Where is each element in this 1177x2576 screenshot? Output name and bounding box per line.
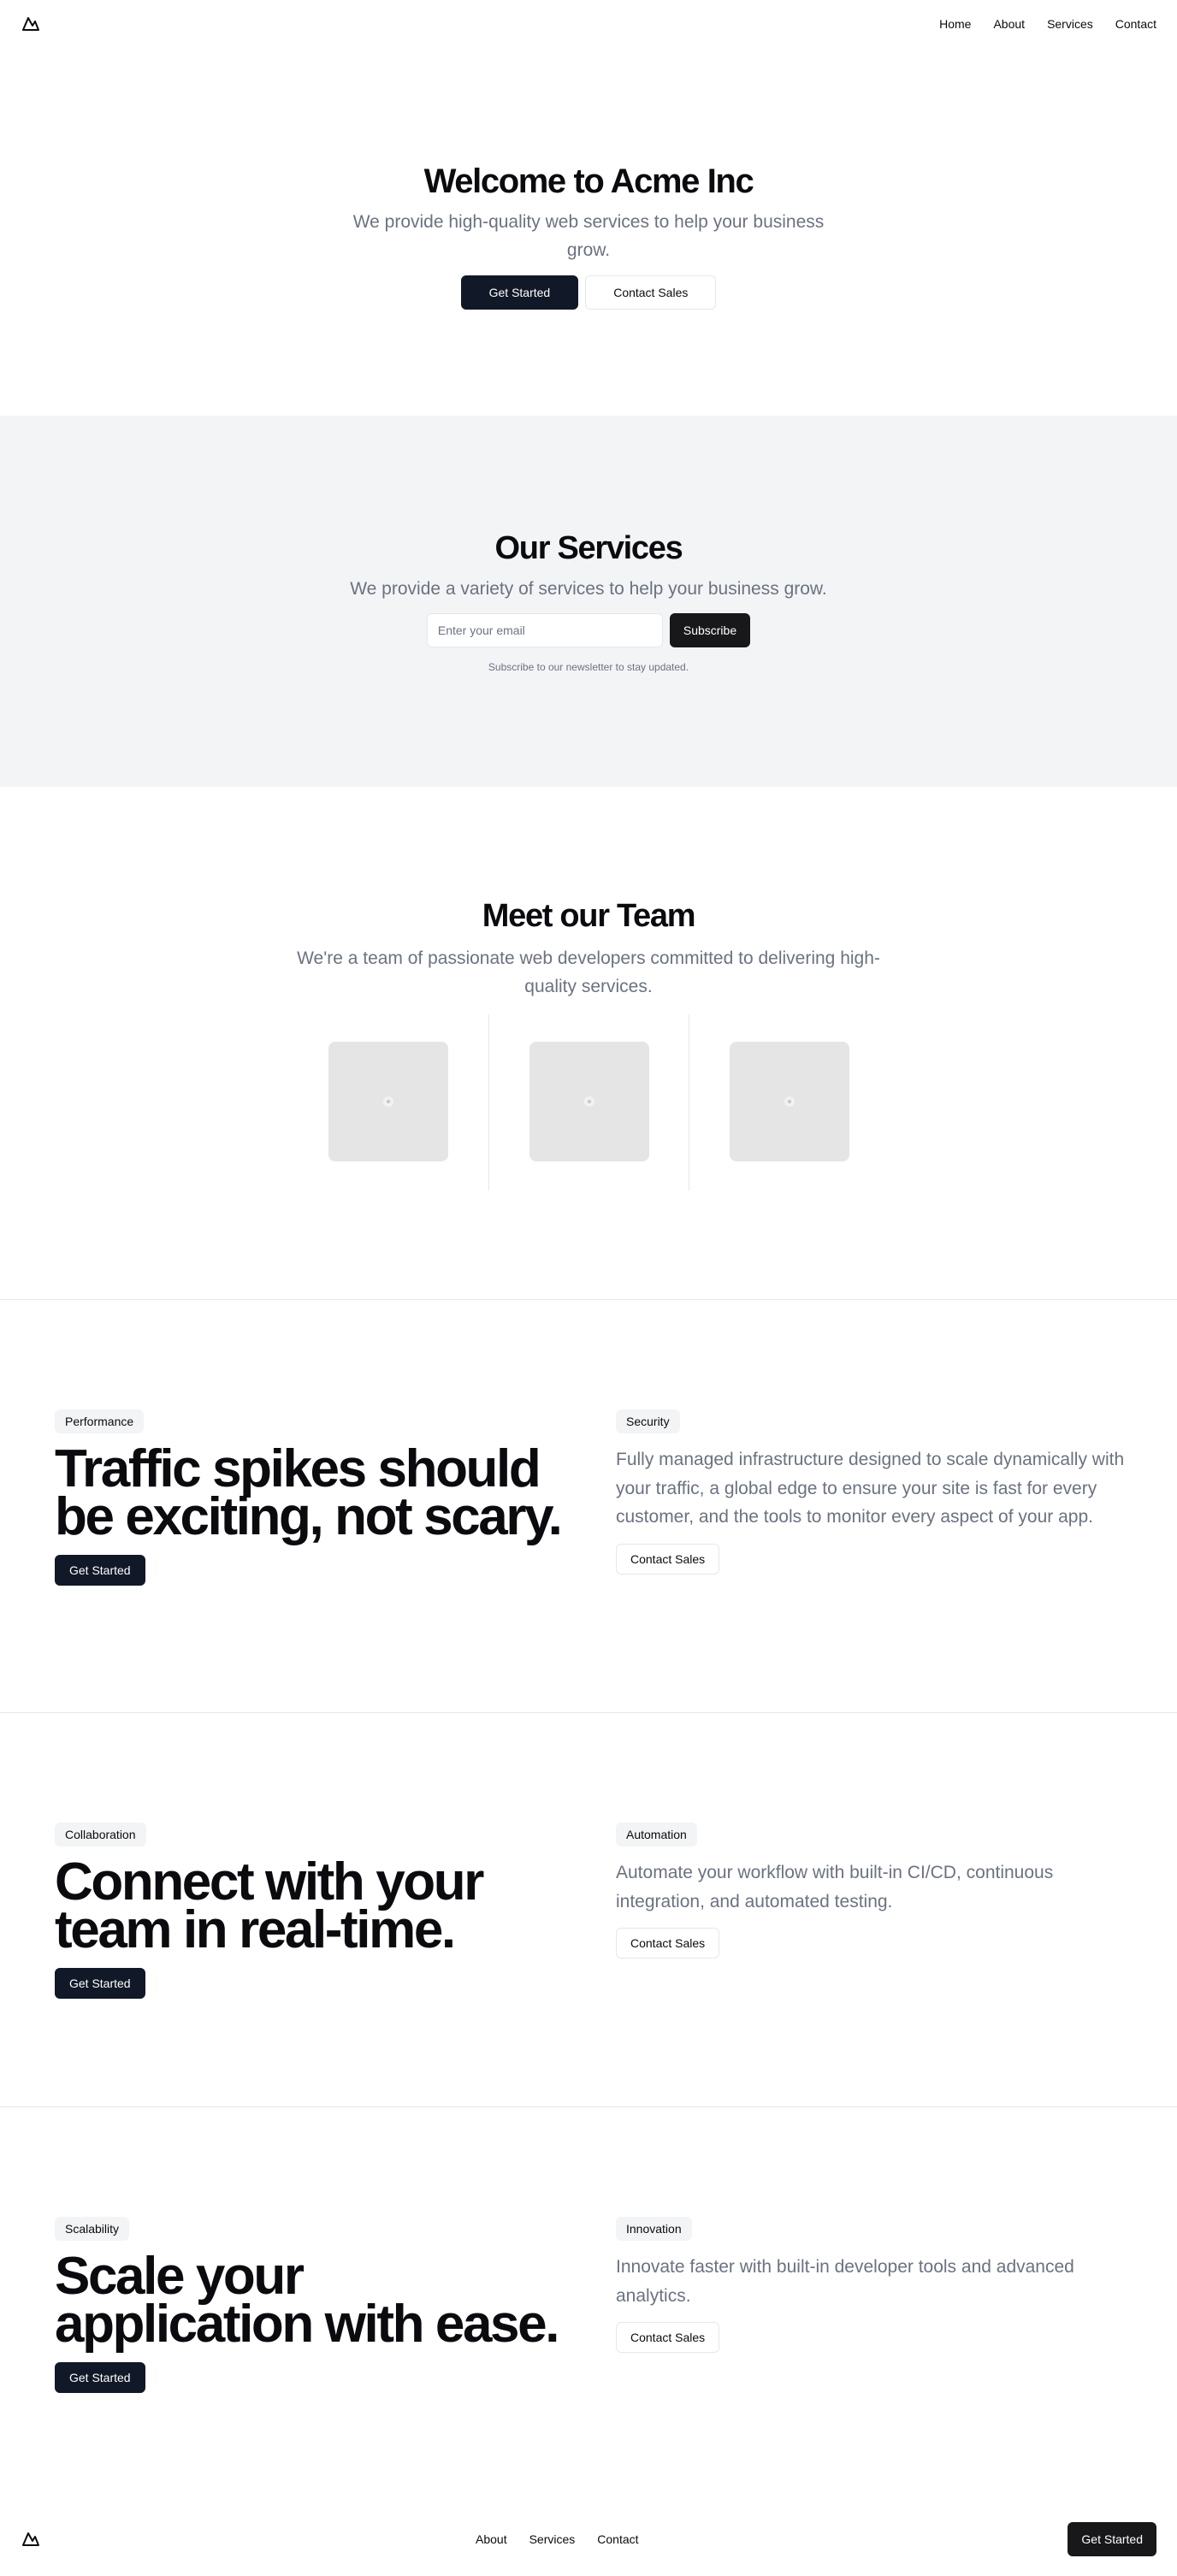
feature-left-column: Performance Traffic spikes should be exc… — [55, 1409, 568, 1586]
member-photo-placeholder — [529, 1042, 649, 1162]
nav-link-about[interactable]: About — [993, 17, 1025, 31]
contact-sales-button[interactable]: Contact Sales — [616, 2322, 720, 2354]
newsletter-note: Subscribe to our newsletter to stay upda… — [488, 660, 689, 673]
get-started-button[interactable]: Get Started — [460, 275, 579, 310]
newsletter-form: Subscribe — [426, 612, 751, 647]
team-members — [288, 1014, 889, 1191]
main-nav: Home About Services Contact — [939, 17, 1156, 31]
nav-link-contact[interactable]: Contact — [1115, 17, 1156, 31]
feature-headline: Traffic spikes should be exciting, not s… — [55, 1439, 563, 1546]
subscribe-button[interactable]: Subscribe — [669, 612, 751, 647]
feature-description: Innovate faster with built-in developer … — [616, 2257, 1074, 2306]
feature-section-performance: Performance Traffic spikes should be exc… — [0, 1300, 1177, 1713]
services-title: Our Services — [494, 529, 683, 566]
contact-sales-button[interactable]: Contact Sales — [585, 275, 717, 310]
hero-subtitle: We provide high-quality web services to … — [352, 212, 825, 260]
mountain-logo-icon[interactable] — [21, 14, 41, 34]
feature-right-column: Innovation Innovate faster with built-in… — [616, 2217, 1129, 2354]
site-footer: About Services Contact Get Started — [0, 2516, 1177, 2562]
team-title: Meet our Team — [482, 898, 696, 934]
feature-description: Automate your workflow with built-in CI/… — [616, 1863, 1054, 1911]
mountain-logo-icon[interactable] — [21, 2529, 41, 2549]
footer-link-contact[interactable]: Contact — [597, 2532, 638, 2546]
footer-get-started-button[interactable]: Get Started — [1068, 2522, 1156, 2556]
member-photo-placeholder — [729, 1042, 849, 1162]
team-member — [488, 1014, 689, 1191]
feature-section-collaboration: Collaboration Connect with your team in … — [0, 1713, 1177, 2107]
contact-sales-button[interactable]: Contact Sales — [616, 1543, 720, 1575]
feature-badge: Innovation — [616, 2217, 692, 2241]
feature-badge: Performance — [55, 1409, 145, 1433]
feature-badge: Collaboration — [55, 1823, 146, 1846]
hero-title: Welcome to Acme Inc — [423, 162, 754, 201]
footer-link-services[interactable]: Services — [529, 2532, 576, 2546]
get-started-button[interactable]: Get Started — [55, 2361, 145, 2393]
team-member — [288, 1014, 488, 1191]
nav-link-services[interactable]: Services — [1047, 17, 1093, 31]
team-member — [689, 1014, 889, 1191]
feature-description: Fully managed infrastructure designed to… — [616, 1450, 1125, 1527]
feature-badge: Scalability — [55, 2217, 130, 2241]
feature-badge: Automation — [616, 1823, 697, 1846]
contact-sales-button[interactable]: Contact Sales — [616, 1928, 720, 1959]
feature-headline: Connect with your team in real-time. — [55, 1852, 484, 1959]
footer-nav: About Services Contact — [476, 2532, 639, 2546]
feature-right-column: Automation Automate your workflow with b… — [616, 1823, 1129, 1959]
get-started-button[interactable]: Get Started — [55, 1554, 145, 1586]
feature-badge: Security — [616, 1409, 680, 1433]
image-placeholder-icon — [383, 1096, 393, 1108]
image-placeholder-icon — [784, 1096, 795, 1108]
site-header: Home About Services Contact — [0, 0, 1177, 48]
services-section: Our Services We provide a variety of ser… — [0, 416, 1177, 787]
get-started-button[interactable]: Get Started — [55, 1967, 145, 1999]
nav-link-home[interactable]: Home — [939, 17, 971, 31]
image-placeholder-icon — [583, 1096, 594, 1108]
team-subtitle: We're a team of passionate web developer… — [297, 948, 880, 996]
services-subtitle: We provide a variety of services to help… — [350, 578, 827, 599]
feature-headline: Scale your application with ease. — [55, 2247, 559, 2354]
feature-right-column: Security Fully managed infrastructure de… — [616, 1409, 1129, 1575]
feature-left-column: Collaboration Connect with your team in … — [55, 1823, 568, 1999]
hero-actions: Get Started Contact Sales — [460, 275, 717, 310]
team-section: Meet our Team We're a team of passionate… — [0, 787, 1177, 1300]
member-photo-placeholder — [328, 1042, 448, 1162]
hero-section: Welcome to Acme Inc We provide high-qual… — [0, 48, 1177, 416]
feature-left-column: Scalability Scale your application with … — [55, 2217, 568, 2393]
feature-section-scalability: Scalability Scale your application with … — [0, 2107, 1177, 2501]
email-input[interactable] — [426, 612, 663, 647]
footer-link-about[interactable]: About — [476, 2532, 507, 2546]
